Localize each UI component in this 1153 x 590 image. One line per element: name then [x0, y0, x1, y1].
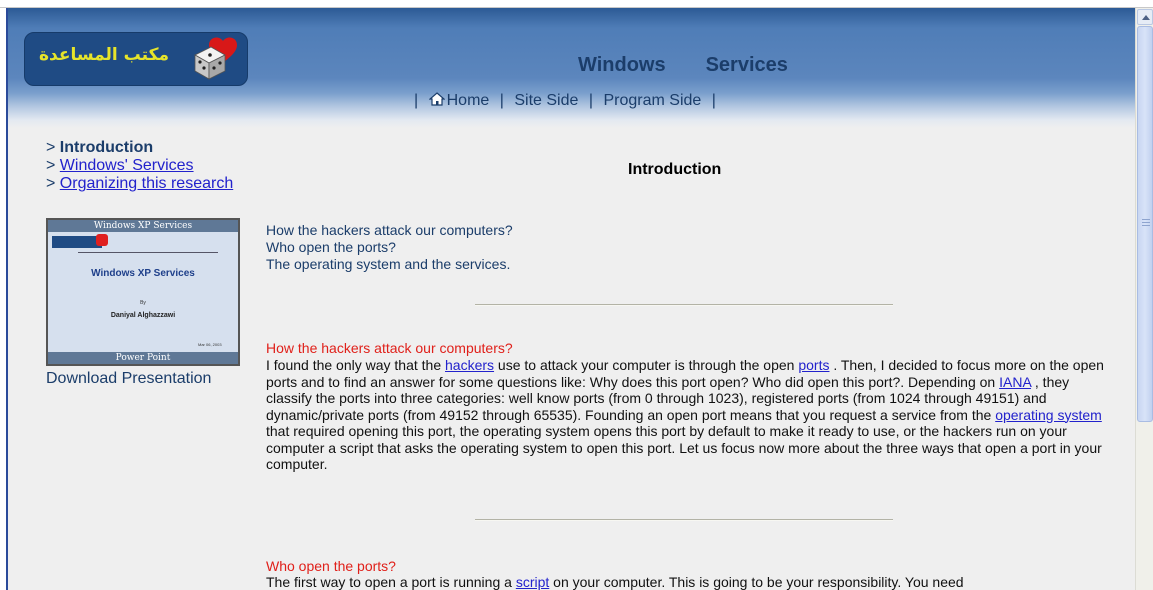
thumbnail-logo: [52, 236, 102, 248]
thumbnail-rule: [78, 252, 218, 253]
section-title-hackers: How the hackers attack our computers?: [266, 340, 513, 356]
paragraph-text: on your computer. This is going to be yo…: [549, 574, 964, 590]
table-of-contents: How the hackers attack our computers? Wh…: [266, 222, 513, 273]
paragraph-text: use to attack your computer is through t…: [494, 357, 799, 373]
logo-text: مكتب المساعدة: [39, 45, 170, 65]
top-navigation: | Home | Site Side | Program Side |: [408, 92, 722, 110]
link-hackers[interactable]: hackers: [445, 357, 494, 373]
thumbnail-main-title: Windows XP Services: [91, 268, 195, 279]
thumbnail-author: Daniyal Alghazzawi: [110, 312, 176, 319]
nav-separator: |: [711, 92, 716, 109]
nav-separator: |: [414, 92, 419, 109]
scroll-up-button[interactable]: [1137, 9, 1153, 25]
vertical-scrollbar[interactable]: [1135, 8, 1153, 590]
browser-viewport: مكتب المساعدة Windows Services | Home | …: [0, 0, 1153, 590]
link-script[interactable]: script: [516, 574, 549, 590]
sidenav-link-organizing[interactable]: Organizing this research: [60, 175, 233, 192]
sidenav-item-windows-services: > Windows' Services: [46, 157, 233, 175]
thumbnail-dice-icon: [96, 234, 108, 246]
page-title: Introduction: [628, 161, 722, 178]
toc-item[interactable]: The operating system and the services.: [266, 256, 513, 273]
section-paragraph-hackers: I found the only way that the hackers us…: [266, 357, 1106, 473]
thumbnail-date: Mar 06, 2003: [198, 342, 222, 347]
paragraph-text: that required opening this port, the ope…: [266, 423, 1102, 472]
window-top-edge: [0, 0, 1153, 8]
section-paragraph-ports: The first way to open a port is running …: [266, 574, 1106, 590]
nav-separator: |: [588, 92, 594, 109]
nav-program-side-link[interactable]: Program Side: [603, 92, 701, 109]
page-content: مكتب المساعدة Windows Services | Home | …: [8, 8, 1135, 590]
divider: [475, 304, 893, 306]
nav-site-side-link[interactable]: Site Side: [514, 92, 578, 109]
sidenav-item-introduction: > Introduction: [46, 139, 233, 157]
thumbnail-bottom-bar: Power Point: [48, 352, 238, 364]
thumbnail-by: By: [140, 300, 146, 306]
sidenav-prefix: >: [46, 157, 60, 174]
nav-separator: |: [499, 92, 504, 109]
presentation-thumbnail[interactable]: Windows XP Services Windows XP Services …: [46, 218, 240, 366]
sidenav-prefix: >: [46, 175, 60, 192]
thumbnail-title-bar: Windows XP Services: [48, 220, 238, 232]
link-operating-system[interactable]: operating system: [995, 407, 1102, 423]
download-presentation-link[interactable]: Download Presentation: [46, 370, 211, 388]
divider: [475, 519, 893, 521]
paragraph-text: I found the only way that the: [266, 357, 446, 373]
site-header: مكتب المساعدة Windows Services | Home | …: [8, 8, 1135, 128]
link-ports[interactable]: ports: [798, 357, 829, 373]
sidenav-link-windows-services[interactable]: Windows' Services: [60, 157, 194, 174]
nav-home-link[interactable]: Home: [447, 92, 490, 109]
side-navigation: > Introduction > Windows' Services > Org…: [46, 139, 233, 193]
header-title-word1: Windows: [578, 54, 666, 76]
site-logo[interactable]: مكتب المساعدة: [24, 32, 248, 86]
header-title-word2: Services: [705, 54, 788, 76]
window-left-edge: [0, 8, 8, 590]
section-title-ports: Who open the ports?: [266, 558, 396, 574]
scroll-thumb[interactable]: [1137, 26, 1153, 422]
toc-item[interactable]: How the hackers attack our computers?: [266, 222, 513, 239]
paragraph-text: The first way to open a port is running …: [266, 574, 516, 590]
dice-heart-icon: [194, 37, 237, 80]
toc-item[interactable]: Who open the ports?: [266, 239, 513, 256]
sidenav-item-organizing: > Organizing this research: [46, 175, 233, 193]
home-icon[interactable]: [428, 92, 445, 106]
sidenav-current-label: Introduction: [59, 139, 154, 156]
sidenav-prefix: >: [46, 139, 60, 156]
scroll-grip-icon: [1142, 219, 1150, 228]
header-title: Windows Services: [578, 54, 788, 77]
link-iana[interactable]: IANA: [999, 374, 1031, 390]
